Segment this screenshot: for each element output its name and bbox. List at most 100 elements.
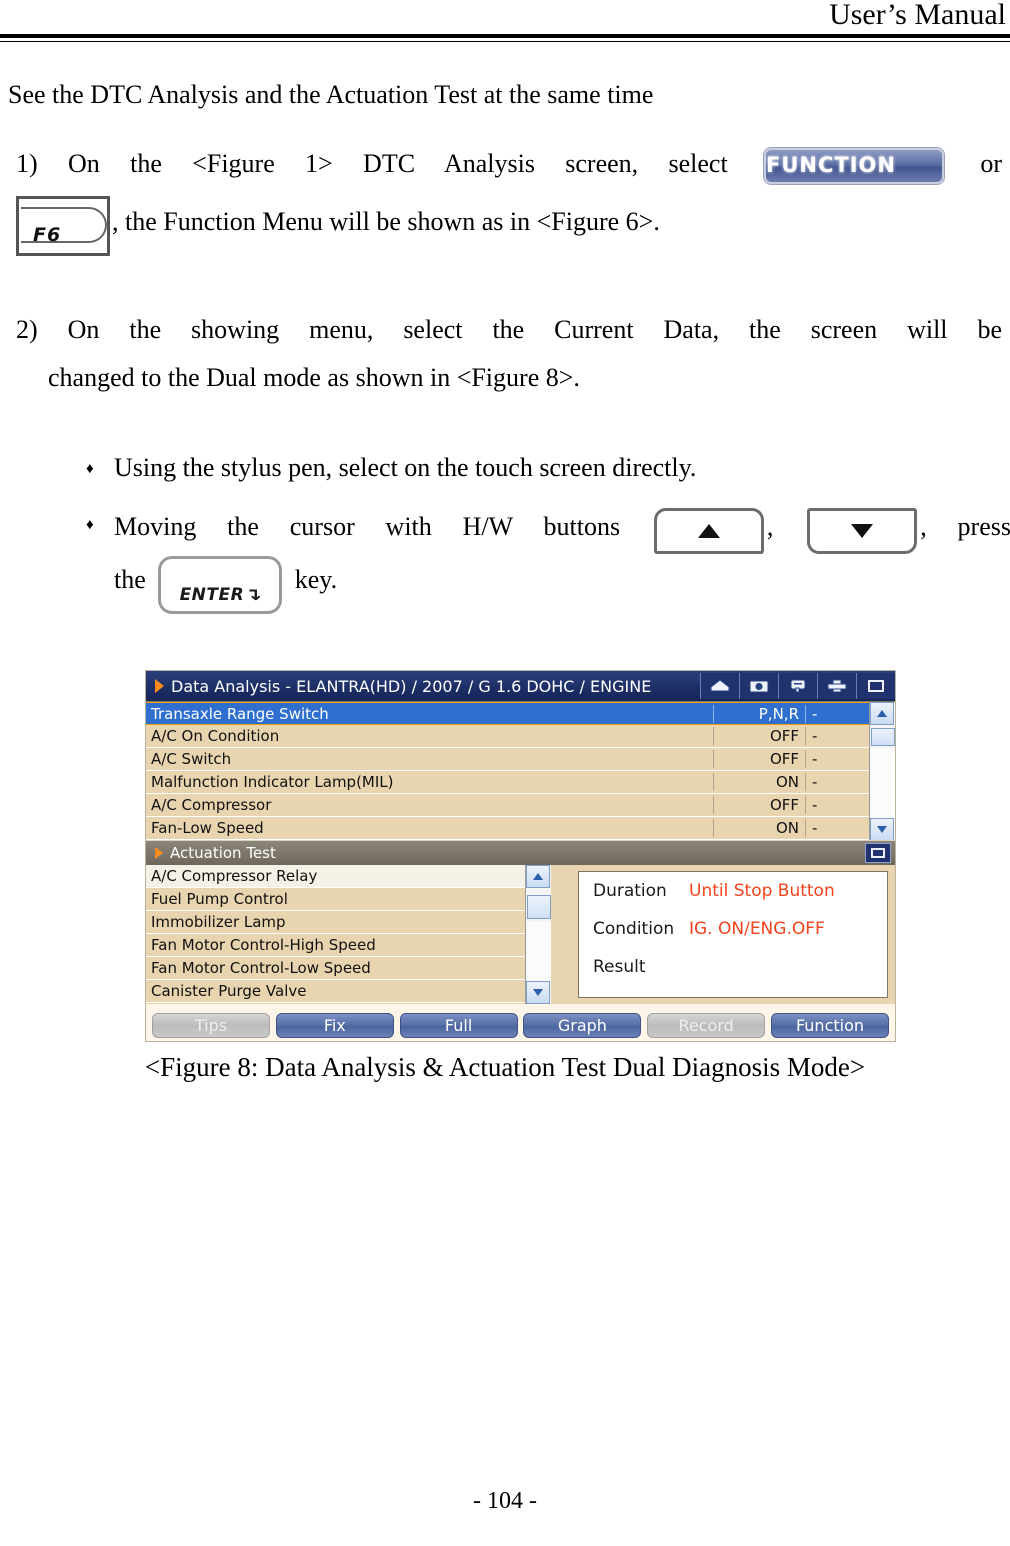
scroll-down-button[interactable] [870, 818, 894, 841]
actuation-test-header: Actuation Test [146, 840, 895, 865]
page-header: User’s Manual [0, 0, 1010, 44]
table-cell-value: P,N,R [713, 704, 805, 723]
bullet-hw-text-mid: , press [920, 512, 1010, 541]
condition-label: Condition [593, 919, 675, 939]
bullet-item-hw-buttons: ♦ Moving the cursor with H/W buttons , ,… [86, 504, 1010, 615]
chevron-up-icon [533, 873, 543, 880]
intro-paragraph: See the DTC Analysis and the Actuation T… [8, 80, 654, 109]
table-cell-name: A/C Switch [151, 750, 232, 768]
up-arrow-key-graphic[interactable] [653, 508, 764, 555]
scroll-up-button[interactable] [526, 865, 550, 888]
titlebar-icon-group [700, 671, 895, 701]
actuation-item-list: A/C Compressor Relay Fuel Pump Control I… [146, 865, 551, 1004]
camera-icon[interactable] [739, 673, 778, 699]
table-row[interactable]: Fan-Low Speed ON - [146, 817, 895, 840]
table-cell-unit: - [805, 773, 869, 791]
table-cell-unit: - [805, 750, 869, 768]
bullet-item-stylus: ♦ Using the stylus pen, select on the to… [86, 448, 1010, 488]
scroll-down-button[interactable] [526, 981, 550, 1004]
enter-key-graphic[interactable]: ENTER↴ [158, 556, 283, 615]
function-button-graphic[interactable]: FUNCTION [764, 148, 944, 185]
bullet-hw-text-the: the [114, 565, 146, 594]
device-screenshot-figure: Data Analysis - ELANTRA(HD) / 2007 / G 1… [145, 670, 896, 1042]
duration-value: Until Stop Button [689, 881, 835, 901]
step-1-text-after: , the Function Menu will be shown as in … [112, 206, 660, 236]
duration-label: Duration [593, 881, 667, 901]
f6-key-label: F6 [33, 224, 62, 246]
chevron-down-icon [533, 989, 543, 996]
tips-button[interactable]: Tips [152, 1012, 270, 1038]
fix-button[interactable]: Fix [275, 1012, 394, 1038]
home-icon[interactable] [700, 673, 739, 699]
bullet-hw-text-before: Moving the cursor with H/W buttons [114, 512, 621, 541]
device-titlebar: Data Analysis - ELANTRA(HD) / 2007 / G 1… [146, 671, 895, 701]
actuation-test-body: A/C Compressor Relay Fuel Pump Control I… [146, 865, 895, 1004]
condition-value: IG. ON/ENG.OFF [689, 919, 825, 939]
data-table-scrollbar[interactable] [869, 702, 895, 841]
table-row[interactable]: A/C Switch OFF - [146, 748, 895, 771]
actuation-list-scrollbar[interactable] [525, 865, 551, 1004]
step-1-number: 1) [16, 149, 38, 178]
scrollbar-track[interactable] [871, 748, 895, 818]
bullet-list: ♦ Using the stylus pen, select on the to… [86, 448, 1010, 624]
info-row-condition: Condition IG. ON/ENG.OFF [579, 910, 887, 948]
scrollbar-track[interactable] [527, 921, 551, 981]
table-cell-value: ON [713, 773, 805, 791]
device-titlebar-text: Data Analysis - ELANTRA(HD) / 2007 / G 1… [171, 676, 652, 696]
actuation-window-icon[interactable] [865, 843, 891, 863]
bullet-marker-icon: ♦ [86, 461, 94, 477]
result-label: Result [593, 957, 646, 977]
window-icon[interactable] [856, 673, 895, 699]
bullet-marker-icon: ♦ [86, 517, 94, 533]
scrollbar-thumb[interactable] [527, 895, 551, 919]
record-button[interactable]: Record [647, 1012, 766, 1038]
step-2: 2) On the showing menu, select the Curre… [16, 306, 1002, 402]
f6-key-graphic[interactable]: F6 [16, 196, 110, 256]
table-cell-value: ON [713, 819, 805, 837]
table-row[interactable]: A/C Compressor OFF - [146, 794, 895, 817]
step-2-number: 2) [16, 315, 38, 344]
full-button[interactable]: Full [399, 1012, 518, 1038]
graph-button[interactable]: Graph [523, 1012, 642, 1038]
step-1-text-or: or [980, 149, 1002, 178]
device-button-bar: Tips Fix Full Graph Record Function [146, 1009, 895, 1041]
bullet-stylus-text: Using the stylus pen, select on the touc… [114, 453, 697, 482]
info-row-result: Result [579, 948, 887, 986]
data-analysis-table: Transaxle Range Switch P,N,R - A/C On Co… [146, 701, 895, 841]
down-arrow-key-graphic[interactable] [807, 508, 918, 555]
table-cell-unit: - [805, 796, 869, 814]
table-cell-name: A/C Compressor [151, 796, 272, 814]
list-item[interactable]: Canister Purge Valve [146, 980, 551, 1003]
step-1-text-before: On the <Figure 1> DTC Analysis screen, s… [68, 149, 728, 178]
function-button[interactable]: Function [770, 1012, 889, 1038]
arrow-down-icon [851, 524, 874, 539]
table-cell-value: OFF [713, 750, 805, 768]
scroll-up-button[interactable] [870, 702, 894, 725]
list-item[interactable]: Immobilizer Lamp [146, 911, 551, 934]
step-2-line-2: changed to the Dual mode as shown in <Fi… [48, 363, 580, 392]
list-item[interactable]: A/C Compressor Relay [146, 865, 551, 888]
triangle-marker-icon [155, 847, 163, 859]
info-row-duration: Duration Until Stop Button [579, 872, 887, 910]
printer-icon[interactable] [817, 673, 856, 699]
list-item[interactable]: Fuel Pump Control [146, 888, 551, 911]
table-row[interactable]: Malfunction Indicator Lamp(MIL) ON - [146, 771, 895, 794]
table-row[interactable]: Transaxle Range Switch P,N,R - [146, 702, 895, 725]
step-2-line-1: On the showing menu, select the Current … [67, 315, 1003, 344]
table-cell-name: Fan-Low Speed [151, 819, 264, 837]
table-row[interactable]: A/C On Condition OFF - [146, 725, 895, 748]
actuation-info-panel: Duration Until Stop Button Condition IG.… [578, 871, 888, 998]
arrow-up-icon [697, 524, 720, 539]
list-item[interactable]: Fan Motor Control-Low Speed [146, 957, 551, 980]
list-item[interactable]: Fan Motor Control-High Speed [146, 934, 551, 957]
triangle-marker-icon [155, 679, 164, 693]
table-cell-unit: - [805, 704, 869, 723]
chevron-up-icon [877, 710, 887, 717]
actuation-test-title: Actuation Test [170, 844, 276, 862]
enter-key-label: ENTER↴ [179, 585, 263, 606]
help-balloon-icon[interactable] [778, 673, 817, 699]
table-cell-value: OFF [713, 727, 805, 745]
scrollbar-thumb[interactable] [871, 728, 895, 746]
running-title: User’s Manual [829, 0, 1006, 31]
bullet-hw-comma: , [766, 512, 774, 541]
